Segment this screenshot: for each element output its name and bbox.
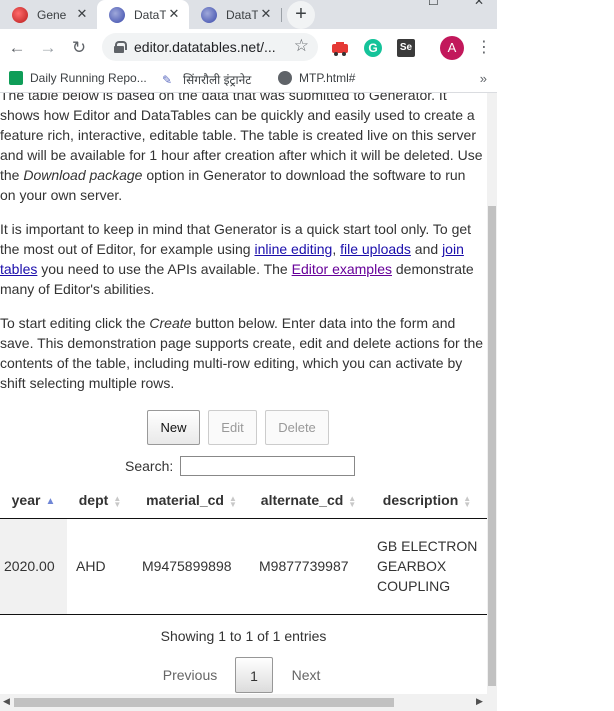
page-content: The table below is based on the data tha…	[0, 93, 487, 407]
back-arrow-icon[interactable]: ←	[6, 37, 28, 59]
url-text[interactable]: editor.datatables.net/...	[134, 39, 294, 55]
separator-text: and	[410, 241, 443, 257]
new-button[interactable]: New	[147, 410, 200, 445]
table-info: Showing 1 to 1 of 1 entries	[160, 628, 327, 644]
file-uploads-link[interactable]: file uploads	[340, 241, 411, 257]
profile-avatar[interactable]: A	[440, 36, 464, 60]
cell-material-cd[interactable]: M9475899898	[133, 518, 250, 615]
maximize-icon[interactable]: ☐	[428, 0, 439, 8]
datatables-favicon-icon	[109, 6, 125, 23]
data-table: year ▲ dept ▲ ▼ material_cd ▲ ▼ alternate_cd ▲…	[0, 483, 487, 615]
selenium-extension-icon[interactable]: Se	[397, 39, 415, 57]
tab-separator	[281, 8, 282, 22]
table-row[interactable]: 2020.00 AHD M9475899898 M9877739987 GB E…	[0, 518, 487, 615]
pagination: Previous 1 Next	[0, 657, 487, 693]
column-header-alternate-cd[interactable]: alternate_cd ▲ ▼	[250, 483, 367, 519]
intro-paragraph: The table below is based on the data tha…	[0, 93, 487, 205]
instructions-text: To start editing click the	[0, 315, 150, 331]
column-label: dept	[78, 492, 109, 509]
column-header-description[interactable]: description ▲ ▼	[367, 483, 487, 519]
inline-editing-link[interactable]: inline editing	[254, 241, 332, 257]
next-page-button[interactable]: Next	[278, 657, 334, 693]
pen-icon: ✎	[162, 72, 173, 87]
table-header-row: year ▲ dept ▲ ▼ material_cd ▲ ▼ alternate_cd ▲…	[0, 483, 487, 519]
column-label: material_cd	[146, 492, 224, 509]
column-label: year	[11, 492, 41, 509]
grammarly-extension-icon[interactable]: G	[364, 39, 382, 57]
tab-close-icon[interactable]: ✕	[167, 7, 181, 21]
tab-datatables-active[interactable]: DataT ✕	[97, 0, 189, 29]
column-label: alternate_cd	[260, 492, 344, 509]
tab-label: Gene	[37, 7, 67, 22]
instructions-paragraph: To start editing click the Create button…	[0, 313, 487, 393]
bookmarks-bar: Daily Running Repo... ✎ सिंगरौली इंट्रान…	[0, 66, 497, 93]
column-header-year[interactable]: year ▲	[0, 483, 67, 519]
datatables-red-favicon-icon	[12, 6, 28, 23]
tab-label: DataT	[134, 7, 166, 22]
bookmark-intranet[interactable]: ✎ सिंगरौली इंट्रानेट	[162, 71, 251, 88]
page-1-button[interactable]: 1	[235, 657, 273, 693]
bookmark-label: MTP.html#	[299, 71, 356, 85]
note-text-mid: you need to use the APIs available. The	[37, 261, 292, 277]
tab-datatables[interactable]: DataT ✕	[189, 0, 281, 29]
scroll-right-arrow-icon[interactable]: ▶	[476, 696, 483, 707]
vertical-scroll-thumb[interactable]	[488, 206, 496, 686]
tab-close-icon[interactable]: ✕	[75, 7, 89, 21]
sort-both-icon: ▲ ▼	[463, 493, 472, 509]
sort-both-icon: ▲ ▼	[228, 493, 237, 509]
tab-generator[interactable]: Gene ✕	[0, 0, 97, 29]
previous-page-button[interactable]: Previous	[150, 657, 230, 693]
sheets-icon	[9, 71, 23, 85]
bookmarks-overflow-icon[interactable]: »	[480, 71, 487, 86]
editor-buttons: New Edit Delete	[147, 410, 337, 445]
bookmark-star-icon[interactable]: ☆	[294, 36, 309, 56]
bookmark-daily-running-report[interactable]: Daily Running Repo...	[9, 71, 147, 85]
browser-toolbar: ← → ↻ editor.datatables.net/... ☆ G Se A…	[0, 29, 497, 66]
tab-strip: Gene ✕ DataT ✕ DataT ✕ + ☐ ✕	[0, 0, 497, 29]
page-viewport: The table below is based on the data tha…	[0, 93, 487, 694]
create-em: Create	[149, 315, 192, 331]
forward-arrow-icon[interactable]: →	[37, 37, 59, 59]
sort-both-icon: ▲ ▼	[113, 493, 122, 509]
browser-menu-icon[interactable]: ⋮	[476, 38, 492, 58]
cell-year[interactable]: 2020.00	[0, 518, 67, 615]
horizontal-scroll-thumb[interactable]	[14, 698, 394, 707]
horizontal-scrollbar[interactable]: ◀ ▶	[0, 694, 497, 711]
cell-alternate-cd[interactable]: M9877739987	[250, 518, 367, 615]
cell-dept[interactable]: AHD	[67, 518, 133, 615]
bookmark-label: सिंगरौली इंट्रानेट	[183, 73, 252, 87]
generator-note-paragraph: It is important to keep in mind that Gen…	[0, 219, 487, 299]
edit-button[interactable]: Edit	[208, 410, 257, 445]
datatables-favicon-icon	[201, 6, 217, 23]
kaspersky-extension-icon[interactable]	[331, 39, 349, 57]
lock-icon[interactable]	[113, 41, 127, 53]
download-package-em: Download package	[23, 167, 143, 183]
address-bar[interactable]: editor.datatables.net/... ☆	[102, 33, 318, 61]
bookmark-label: Daily Running Repo...	[30, 71, 147, 85]
bookmark-mtp[interactable]: MTP.html#	[278, 71, 355, 85]
vertical-scrollbar[interactable]	[487, 93, 497, 694]
sort-ascending-icon: ▲	[45, 495, 56, 507]
new-tab-button[interactable]: +	[287, 1, 315, 29]
tab-close-icon[interactable]: ✕	[259, 7, 273, 21]
column-label: description	[382, 492, 459, 509]
search-label: Search:	[125, 458, 174, 474]
tab-label: DataT	[226, 7, 258, 22]
column-header-dept[interactable]: dept ▲ ▼	[67, 483, 133, 519]
search-filter: Search:	[125, 456, 356, 476]
editor-examples-link[interactable]: Editor examples	[292, 261, 392, 277]
scroll-left-arrow-icon[interactable]: ◀	[3, 696, 10, 707]
search-input[interactable]	[180, 456, 356, 476]
cell-description[interactable]: GB ELECTRON GEARBOX COUPLING	[367, 518, 487, 615]
column-header-material-cd[interactable]: material_cd ▲ ▼	[133, 483, 250, 519]
reload-icon[interactable]: ↻	[68, 37, 90, 59]
delete-button[interactable]: Delete	[265, 410, 329, 445]
sort-both-icon: ▲ ▼	[348, 493, 357, 509]
globe-icon	[278, 71, 292, 85]
window-close-icon[interactable]: ✕	[474, 0, 484, 8]
separator-text: ,	[332, 241, 341, 257]
